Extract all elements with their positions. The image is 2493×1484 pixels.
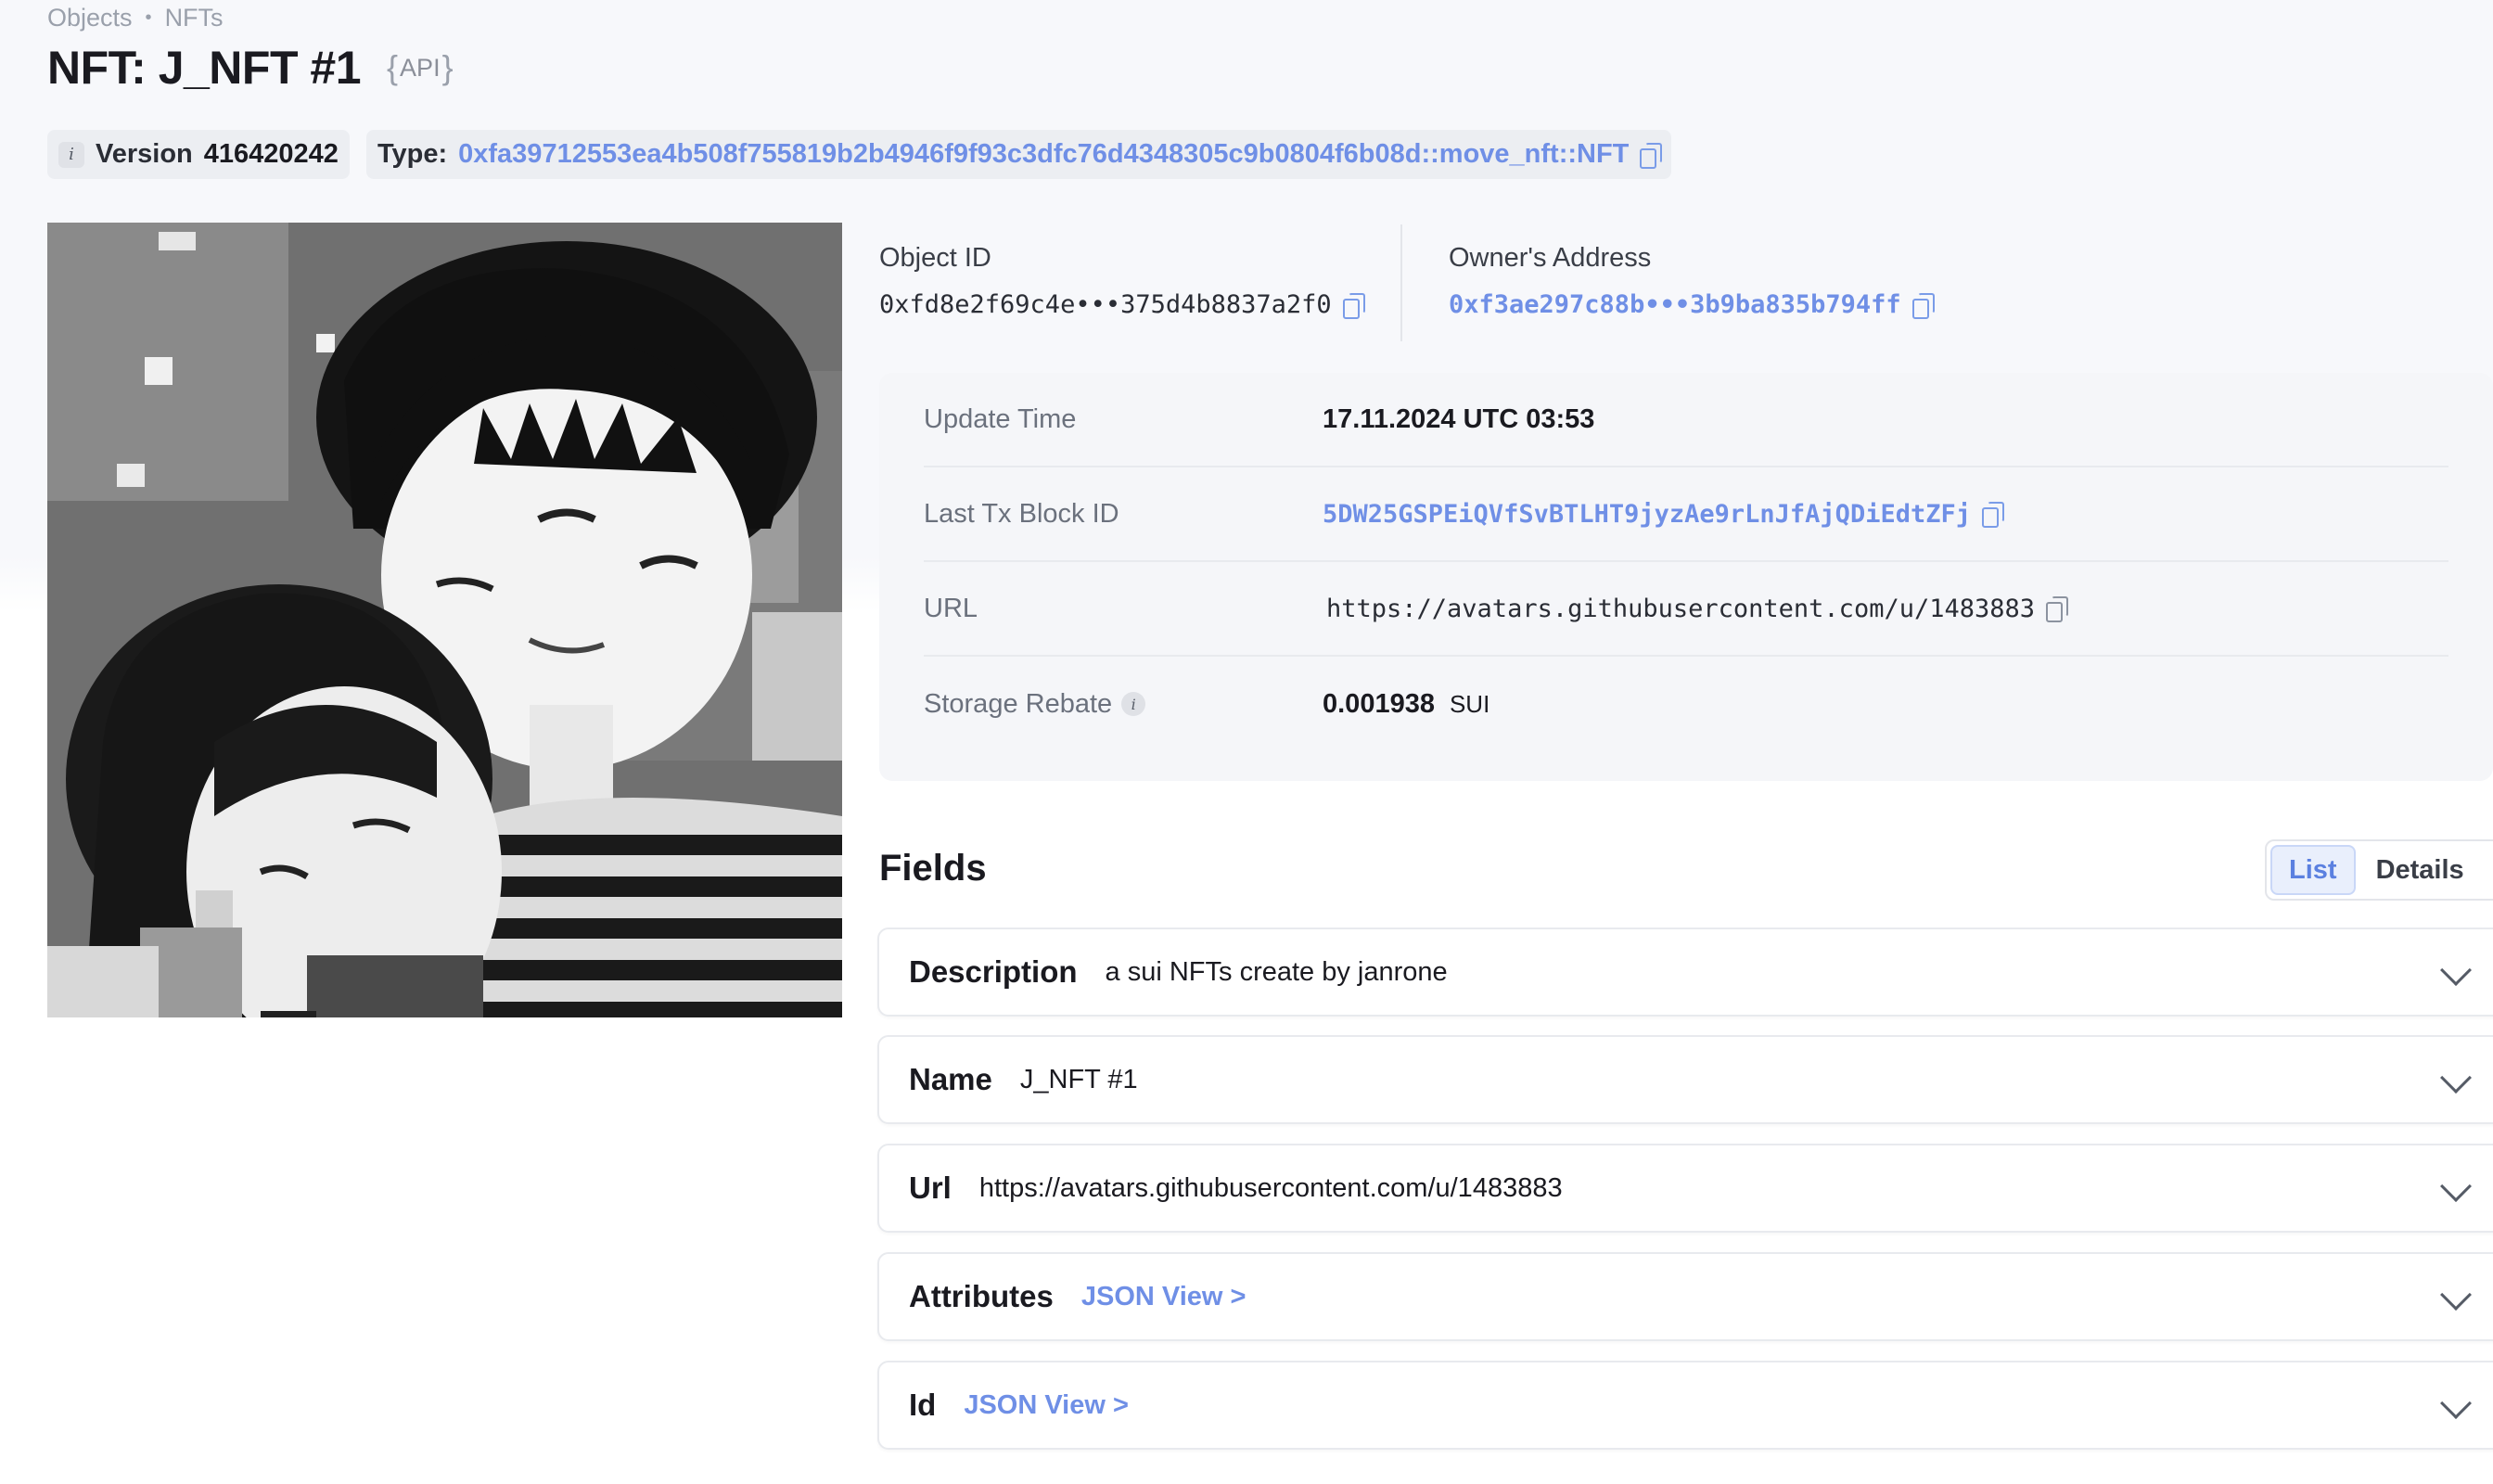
property-row: Storage Rebate i 0.001938 SUI [924, 657, 2448, 751]
owner-address-block: Owner's Address 0xf3ae297c88b•••3b9ba835… [1449, 243, 1935, 319]
field-name-row[interactable]: Name J_NFT #1 [877, 1035, 2493, 1124]
object-id-block: Object ID 0xfd8e2f69c4e•••375d4b8837a2f0 [879, 243, 1365, 319]
storage-rebate-label-wrap: Storage Rebate i [924, 689, 1323, 720]
object-chips: i Version 416420242 Type: 0xfa39712553ea… [47, 130, 1672, 179]
owner-address-link[interactable]: 0xf3ae297c88b•••3b9ba835b794ff [1449, 290, 1901, 319]
field-name: Url [909, 1171, 952, 1205]
api-label: API [400, 53, 441, 82]
object-id-row: 0xfd8e2f69c4e•••375d4b8837a2f0 [879, 290, 1365, 319]
url-row: https://avatars.githubusercontent.com/u/… [1323, 594, 2069, 623]
chevron-down-icon[interactable] [2440, 1062, 2472, 1094]
nft-image [47, 223, 842, 1017]
url-label: URL [924, 593, 978, 623]
field-name: Id [909, 1388, 937, 1422]
breadcrumb: Objects • NFTs [47, 4, 224, 32]
copy-icon[interactable] [1342, 292, 1365, 319]
field-attributes[interactable]: Attributes JSON View > [877, 1252, 2493, 1341]
object-id-value: 0xfd8e2f69c4e•••375d4b8837a2f0 [879, 290, 1332, 319]
type-label: Type: [377, 139, 448, 169]
update-time-value: 17.11.2024 UTC 03:53 [1323, 403, 1595, 434]
api-brace-open: { [387, 48, 399, 86]
breadcrumb-separator: • [145, 7, 152, 28]
update-time-label: Update Time [924, 403, 1077, 434]
last-tx-block-row: 5DW25GSPEiQVfSvBTLHT9jyzAe9rLnJfAjQDiEdt… [1323, 500, 2004, 529]
version-label: Version [96, 139, 193, 169]
field-value: J_NFT #1 [1019, 1064, 1138, 1094]
info-icon[interactable]: i [58, 141, 84, 168]
page-title: NFT: J_NFT #1 [47, 42, 362, 94]
field-id[interactable]: Id JSON View > [877, 1361, 2493, 1450]
property-row: Last Tx Block ID 5DW25GSPEiQVfSvBTLHT9jy… [924, 467, 2448, 562]
field-value: a sui NFTs create by janrone [1105, 956, 1448, 987]
api-brace-close: } [441, 48, 454, 86]
breadcrumb-nfts[interactable]: NFTs [165, 4, 224, 32]
nft-illustration [47, 223, 842, 1017]
chevron-down-icon[interactable] [2440, 1388, 2472, 1419]
property-row: Update Time 17.11.2024 UTC 03:53 [924, 373, 2448, 467]
title-row: NFT: J_NFT #1 { API } [47, 41, 454, 95]
view-toggle: List Details [2265, 839, 2493, 901]
field-value: https://avatars.githubusercontent.com/u/… [978, 1172, 1563, 1203]
chevron-down-icon[interactable] [2440, 954, 2472, 986]
api-link[interactable]: { API } [387, 48, 454, 87]
owner-address-row: 0xf3ae297c88b•••3b9ba835b794ff [1449, 290, 1935, 319]
type-chip: Type: 0xfa39712553ea4b508f755819b2b4946f… [365, 130, 1672, 179]
breadcrumb-objects[interactable]: Objects [47, 4, 133, 32]
info-icon[interactable]: i [1121, 692, 1146, 716]
property-row: URL https://avatars.githubusercontent.co… [924, 562, 2448, 657]
chevron-down-icon[interactable] [2440, 1279, 2472, 1311]
field-url[interactable]: Url https://avatars.githubusercontent.co… [877, 1144, 2493, 1233]
copy-icon[interactable] [2046, 596, 2069, 622]
fields-heading: Fields [879, 848, 987, 889]
chevron-down-icon[interactable] [2440, 1171, 2472, 1202]
field-description[interactable]: Description a sui NFTs create by janrone [877, 928, 2493, 1017]
storage-rebate-value-wrap: 0.001938 SUI [1323, 689, 1489, 720]
type-link[interactable]: 0xfa39712553ea4b508f755819b2b4946f9f93c3… [458, 139, 1629, 170]
last-tx-block-link[interactable]: 5DW25GSPEiQVfSvBTLHT9jyzAe9rLnJfAjQDiEdt… [1323, 500, 1971, 529]
object-id-label: Object ID [879, 243, 991, 273]
column-divider [1400, 224, 1402, 341]
storage-rebate-label: Storage Rebate [924, 688, 1113, 719]
field-name: Attributes [909, 1279, 1054, 1313]
list-view-button[interactable]: List [2270, 845, 2356, 895]
field-name: Name [909, 1062, 992, 1096]
url-value: https://avatars.githubusercontent.com/u/… [1326, 594, 2036, 623]
version-value: 416420242 [203, 139, 339, 169]
last-tx-block-label: Last Tx Block ID [924, 498, 1119, 529]
storage-rebate-value: 0.001938 [1323, 688, 1435, 719]
storage-rebate-unit: SUI [1449, 689, 1490, 718]
nft-detail-page: Objects • NFTs NFT: J_NFT #1 { API } i V… [0, 0, 2493, 1484]
properties-panel: Update Time 17.11.2024 UTC 03:53 Last Tx… [879, 373, 2493, 781]
field-name: Description [909, 954, 1078, 989]
copy-icon[interactable] [1981, 502, 2004, 528]
details-view-button[interactable]: Details [2359, 845, 2481, 895]
json-view-link[interactable]: JSON View > [964, 1390, 1129, 1421]
copy-icon[interactable] [1911, 292, 1935, 319]
version-chip: i Version 416420242 [47, 130, 350, 179]
json-view-link[interactable]: JSON View > [1081, 1282, 1246, 1312]
owner-address-label: Owner's Address [1449, 243, 1652, 273]
copy-icon[interactable] [1640, 142, 1663, 169]
